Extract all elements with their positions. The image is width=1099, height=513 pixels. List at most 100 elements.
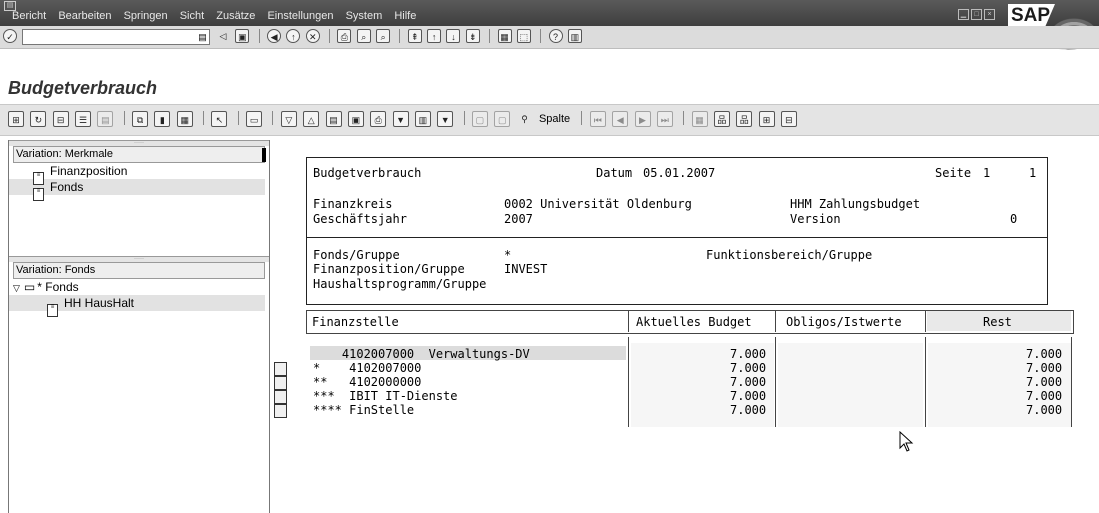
structure-expand-icon[interactable]: 品	[713, 111, 730, 127]
detail-view-icon[interactable]: ▣	[347, 111, 364, 127]
column-header-budget[interactable]: Aktuelles Budget	[636, 315, 752, 329]
expand-triangle-icon[interactable]: ▽	[13, 283, 20, 293]
tree-item-fonds[interactable]: ≡ Fonds	[9, 179, 265, 201]
row-budget: 7.000	[730, 361, 767, 375]
column-header-obligo[interactable]: Obligos/Istwerte	[786, 315, 902, 329]
grid-icon[interactable]: ▤	[97, 111, 114, 127]
last-column-icon[interactable]: ⏭	[656, 111, 673, 127]
shortcut-icon[interactable]: ⬚	[516, 29, 531, 43]
select-icon[interactable]: ↖	[211, 111, 228, 127]
collapse-icon[interactable]: ▢	[494, 111, 511, 127]
row-budget: 7.000	[730, 375, 767, 389]
row-budget: 7.000	[730, 347, 767, 361]
chart-icon[interactable]: ▮	[154, 111, 171, 127]
level-up-icon[interactable]: ⊞	[758, 111, 775, 127]
tree-icon[interactable]: ⊟	[52, 111, 69, 127]
last-page-icon[interactable]: ⇟	[465, 29, 480, 43]
separator	[581, 111, 583, 125]
enter-icon[interactable]: ✓	[3, 29, 17, 43]
row-detail-icon[interactable]	[274, 362, 287, 376]
column-divider	[628, 310, 629, 332]
previous-column-icon[interactable]: ◀	[612, 111, 629, 127]
menu-springen[interactable]: Springen	[124, 10, 168, 22]
help-icon[interactable]: ?	[548, 29, 563, 43]
save-icon[interactable]: ▣	[235, 29, 250, 43]
command-history-icon[interactable]: ▤	[197, 31, 208, 43]
column-divider	[925, 337, 926, 427]
menu-bearbeiten[interactable]: Bearbeiten	[58, 10, 111, 22]
title-bar: Budgetverbrauch	[0, 76, 1099, 106]
details-icon[interactable]: ▤	[325, 111, 342, 127]
sort-descending-icon[interactable]: △	[303, 111, 320, 127]
exit-icon[interactable]: ↑	[286, 29, 301, 43]
close-icon[interactable]: ×	[984, 9, 995, 20]
calendar-icon[interactable]: ▦	[176, 111, 193, 127]
finanzposition-label: Finanzposition/Gruppe	[313, 262, 465, 276]
finanzkreis-label: Finanzkreis	[313, 197, 393, 211]
menu-sicht[interactable]: Sicht	[180, 10, 204, 22]
find-next-icon[interactable]: ⌕	[376, 29, 391, 43]
tree-root-fonds[interactable]: ▽ ▭ * Fonds	[9, 279, 269, 295]
menu-hilfe[interactable]: Hilfe	[394, 10, 416, 22]
first-page-icon[interactable]: ⇞	[407, 29, 422, 43]
column-header-finanzstelle[interactable]: Finanzstelle	[312, 315, 399, 329]
menu-items: Bericht Bearbeiten Springen Sicht Zusätz…	[12, 10, 425, 22]
back-icon[interactable]: ◀	[267, 29, 282, 43]
row-label: **** FinStelle	[313, 403, 415, 417]
layout-menu-icon[interactable]: ▥	[567, 29, 582, 43]
sort-ascending-icon[interactable]: ▽	[280, 111, 297, 127]
row-detail-icon[interactable]	[274, 376, 287, 390]
separator	[237, 111, 239, 125]
variation-fonds-section: ····· Variation: Fonds ▽ ▭ * Fonds ≡ HH Hau…	[9, 256, 269, 317]
application-toolbar: ⊞ ↻ ⊟ ☰ ▤ ⧉ ▮ ▦ ↖ ▭ ▽ △ ▤ ▣ ⎙ ▼ ▥ ▼ ▢ ▢ …	[0, 104, 1099, 136]
structure-collapse-icon[interactable]: 品	[736, 111, 753, 127]
row-detail-icon[interactable]	[274, 390, 287, 404]
maximize-icon[interactable]: □	[971, 9, 982, 20]
fonds-label: Fonds/Gruppe	[313, 248, 400, 262]
expand-icon[interactable]: ▢	[471, 111, 488, 127]
find-icon[interactable]: ⌕	[356, 29, 371, 43]
collapse-arrow-icon[interactable]: ◁	[216, 29, 230, 43]
row-rest: 7.000	[1026, 361, 1063, 375]
minimize-icon[interactable]: ▁	[958, 9, 969, 20]
toolbar-right: ◁ ▣ ◀ ↑ ✕ ⎙ ⌕ ⌕ ⇞ ↑ ↓ ⇟ ▦ ⬚ ? ▥	[216, 29, 584, 43]
seite-label: Seite	[935, 166, 972, 180]
copy-icon[interactable]: ⧉	[132, 111, 149, 127]
next-column-icon[interactable]: ▶	[634, 111, 651, 127]
page-title: Budgetverbrauch	[8, 78, 158, 98]
tree-item-finanzposition[interactable]: ≡ Finanzposition	[9, 163, 269, 185]
new-session-icon[interactable]: ▦	[497, 29, 512, 43]
first-column-icon[interactable]: ⏮	[589, 111, 606, 127]
menu-einstellungen[interactable]: Einstellungen	[267, 10, 333, 22]
tree-item-haushalt[interactable]: ≡ HH HausHalt	[9, 295, 265, 317]
list-icon[interactable]: ☰	[75, 111, 92, 127]
variation-header-fonds: Variation: Fonds	[13, 262, 265, 279]
filter-icon[interactable]: ▼	[437, 111, 454, 127]
next-page-icon[interactable]: ↓	[446, 29, 461, 43]
row-budget: 7.000	[730, 389, 767, 403]
refresh-icon[interactable]: ↻	[30, 111, 47, 127]
row-label: ** 4102000000	[313, 375, 422, 389]
print-list-icon[interactable]: ⎙	[370, 111, 387, 127]
layout-icon[interactable]: ▭	[246, 111, 263, 127]
binoculars-icon[interactable]: ⚲	[517, 111, 533, 127]
menu-system[interactable]: System	[346, 10, 383, 22]
column-layout-icon[interactable]: ▦	[691, 111, 708, 127]
separator	[272, 111, 274, 125]
row-detail-icon[interactable]	[274, 404, 287, 418]
command-field[interactable]: ▤	[22, 29, 210, 45]
separator	[540, 29, 542, 43]
hierarchy-icon[interactable]: ⊞	[8, 111, 24, 127]
save-list-icon[interactable]: ▼	[392, 111, 409, 127]
funktionsbereich-label: Funktionsbereich/Gruppe	[706, 248, 873, 262]
menu-bericht[interactable]: Bericht	[12, 10, 46, 22]
column-header-rest[interactable]: Rest	[983, 315, 1012, 329]
cancel-icon[interactable]: ✕	[305, 29, 320, 43]
export-icon[interactable]: ▥	[414, 111, 431, 127]
print-icon[interactable]: ⎙	[337, 29, 352, 43]
previous-page-icon[interactable]: ↑	[427, 29, 442, 43]
spalte-button[interactable]: Spalte	[539, 111, 570, 127]
level-down-icon[interactable]: ⊟	[780, 111, 797, 127]
tree-root-label: * Fonds	[37, 280, 79, 294]
menu-zusaetze[interactable]: Zusätze	[216, 10, 255, 22]
